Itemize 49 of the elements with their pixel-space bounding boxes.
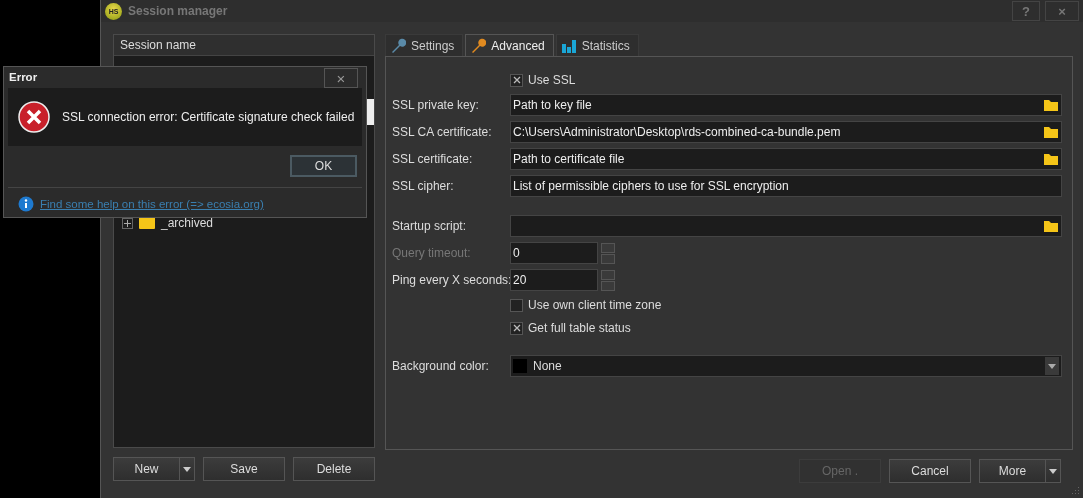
- field-label: SSL CA certificate:: [392, 125, 493, 139]
- checkbox[interactable]: [510, 321, 523, 335]
- number-field[interactable]: 20: [510, 269, 598, 291]
- info-icon: [18, 196, 34, 212]
- ok-button[interactable]: OK: [290, 155, 357, 177]
- checkbox-label: Use SSL: [528, 73, 576, 87]
- field-label: Query timeout:: [392, 246, 472, 260]
- input-field[interactable]: Path to key file: [510, 94, 1062, 116]
- color-dropdown[interactable]: None: [510, 355, 1062, 377]
- resize-grip-icon[interactable]: [1071, 486, 1080, 495]
- button[interactable]: Delete: [293, 457, 375, 481]
- field-label: SSL private key:: [392, 98, 480, 112]
- error-message: SSL connection error: Certificate signature check failed: [62, 110, 355, 124]
- caret-icon[interactable]: [1048, 363, 1056, 369]
- scrollbar-thumb[interactable]: [367, 99, 374, 125]
- dropdown-button[interactable]: New: [113, 457, 195, 481]
- close-button[interactable]: ×: [324, 68, 358, 88]
- checkbox[interactable]: [510, 298, 523, 312]
- column-header[interactable]: Session name: [114, 35, 374, 56]
- checkbox-label: Get full table status: [528, 321, 631, 335]
- checkbox-label: Use own client time zone: [528, 298, 662, 312]
- expand-toggle[interactable]: [122, 217, 133, 229]
- folder-icon[interactable]: [1043, 98, 1059, 112]
- tree-item[interactable]: _archived: [161, 216, 214, 230]
- field-label: Background color:: [392, 359, 490, 373]
- bar-chart-icon: [560, 37, 577, 54]
- caret-icon[interactable]: [183, 466, 191, 472]
- input-field[interactable]: Path to certificate file: [510, 148, 1062, 170]
- tab[interactable]: Settings: [385, 34, 464, 56]
- button[interactable]: Save: [203, 457, 285, 481]
- input-field[interactable]: List of permissible ciphers to use for SSL encryption: [510, 175, 1062, 197]
- button[interactable]: Cancel: [889, 459, 971, 483]
- folder-icon[interactable]: [1043, 152, 1059, 166]
- input-field[interactable]: C:\Users\Administrator\Desktop\rds-combined-ca-bundle.pem: [510, 121, 1062, 143]
- tab[interactable]: Advanced: [465, 34, 554, 56]
- field-label: Ping every X seconds:: [392, 273, 510, 287]
- field-label: SSL certificate:: [392, 152, 474, 166]
- folder-icon[interactable]: [1043, 125, 1059, 139]
- error-icon: [18, 101, 50, 133]
- field-label: SSL cipher:: [392, 179, 455, 193]
- tab[interactable]: Statistics: [555, 34, 639, 56]
- dropdown-button[interactable]: More: [979, 459, 1061, 483]
- field-label: Startup script:: [392, 219, 468, 233]
- dialog-title: Error: [9, 71, 39, 83]
- folder-icon[interactable]: [1043, 219, 1059, 233]
- input-field[interactable]: [510, 215, 1062, 237]
- caret-icon[interactable]: [1049, 468, 1057, 474]
- checkbox[interactable]: [510, 73, 523, 87]
- window-title: Session manager: [128, 4, 229, 18]
